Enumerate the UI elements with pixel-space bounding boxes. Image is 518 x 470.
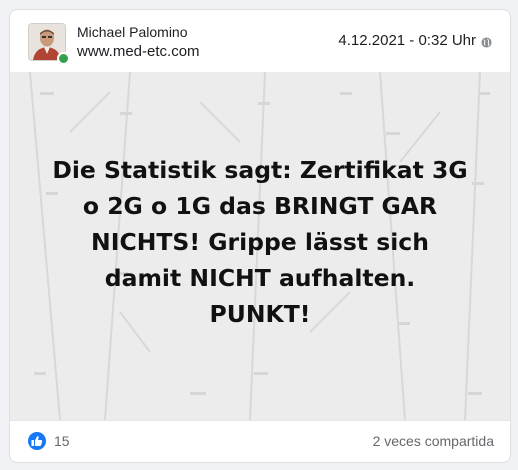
post-header: Michael Palomino www.med-etc.com 4.12.20… [10, 10, 510, 72]
text-line: Die Statistik sagt: Zertifikat 3G [52, 156, 468, 184]
post-footer: 15 2 veces compartida [10, 420, 510, 462]
author-name[interactable]: Michael Palomino [77, 24, 188, 40]
text-line: PUNKT! [209, 300, 311, 328]
like-count[interactable]: 15 [54, 433, 70, 449]
post-card: Michael Palomino www.med-etc.com 4.12.20… [9, 9, 511, 463]
text-line: NICHTS! Grippe lässt sich [91, 228, 429, 256]
thumbs-up-icon[interactable] [28, 432, 46, 450]
text-line: o 2G o 1G das BRINGT GAR [82, 192, 438, 220]
post-meta: 4.12.2021 - 0:32 Uhr [338, 32, 492, 49]
author-website[interactable]: www.med-etc.com [77, 43, 200, 60]
online-status-dot [57, 52, 70, 65]
globe-icon [481, 35, 492, 48]
post-timestamp[interactable]: 4.12.2021 - 0:32 Uhr [338, 32, 476, 49]
post-image[interactable]: Die Statistik sagt: Zertifikat 3G o 2G o… [10, 72, 510, 420]
post-image-text: Die Statistik sagt: Zertifikat 3G o 2G o… [32, 152, 488, 332]
share-count[interactable]: 2 veces compartida [373, 433, 494, 449]
text-line: damit NICHT aufhalten. [104, 264, 416, 292]
